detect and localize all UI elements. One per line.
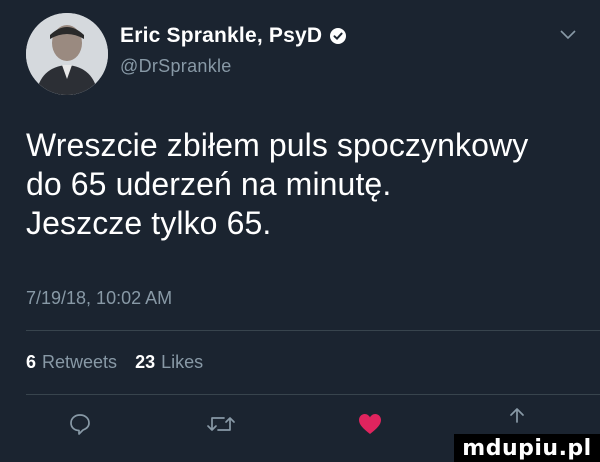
retweets-count[interactable]: 6 — [26, 352, 36, 373]
tweet-line: do 65 uderzeń na minutę. — [26, 166, 392, 202]
author-info: Eric Sprankle, PsyD @DrSprankle — [120, 24, 347, 77]
tweet-timestamp[interactable]: 7/19/18, 10:02 AM — [26, 288, 172, 309]
tweet-card: Eric Sprankle, PsyD @DrSprankle Wreszcie… — [0, 0, 600, 462]
retweets-label[interactable]: Retweets — [42, 352, 117, 373]
watermark-logo: mdupiu.pl — [454, 434, 600, 462]
like-button[interactable] — [357, 410, 383, 438]
author-handle[interactable]: @DrSprankle — [120, 56, 346, 77]
divider — [26, 394, 600, 395]
chevron-down-icon[interactable] — [558, 28, 578, 42]
share-button[interactable] — [505, 404, 529, 432]
likes-count[interactable]: 23 — [135, 352, 155, 373]
likes-label[interactable]: Likes — [161, 352, 203, 373]
reply-icon — [70, 414, 90, 435]
avatar[interactable] — [26, 13, 108, 95]
share-icon — [510, 408, 524, 423]
tweet-stats: 6 Retweets 23 Likes — [26, 352, 215, 373]
tweet-line: Jeszcze tylko 65. — [26, 205, 272, 241]
divider — [26, 330, 600, 331]
tweet-line: Wreszcie zbiłem puls spoczynkowy — [26, 127, 529, 163]
avatar-photo — [26, 13, 108, 95]
reply-button[interactable] — [68, 410, 92, 438]
verified-badge-icon — [330, 28, 347, 44]
tweet-text: Wreszcie zbiłem puls spoczynkowy do 65 u… — [26, 126, 586, 243]
heart-icon — [359, 414, 381, 434]
retweet-button[interactable] — [206, 410, 236, 438]
retweet-icon — [207, 417, 235, 431]
author-name[interactable]: Eric Sprankle, PsyD — [120, 24, 322, 48]
